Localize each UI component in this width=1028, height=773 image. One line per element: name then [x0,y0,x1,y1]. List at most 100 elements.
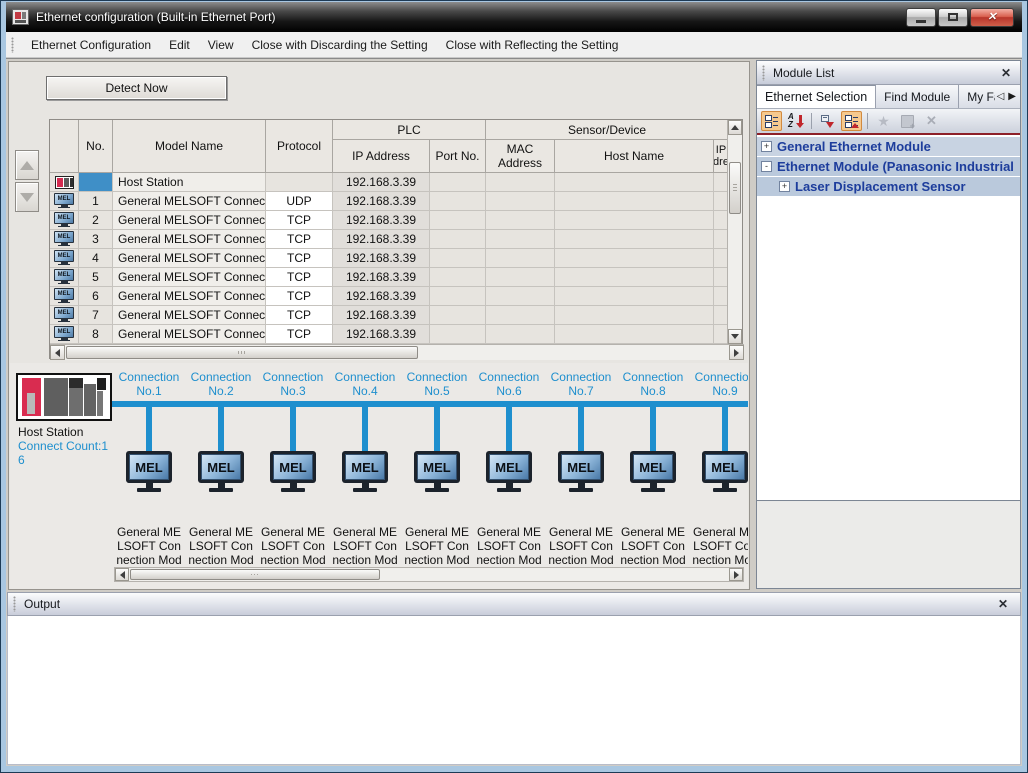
model-name-cell[interactable]: General MELSOFT Connection [113,230,266,249]
add-favorite-button[interactable] [897,111,918,131]
port-no-cell[interactable] [430,306,486,325]
mac-address-cell[interactable] [486,249,555,268]
ip-address-cell[interactable]: 192.168.3.39 [333,211,430,230]
host-name-cell[interactable] [555,173,714,192]
no-cell[interactable]: 5 [79,268,113,287]
host-name-cell[interactable] [555,325,714,344]
host-name-cell[interactable] [555,211,714,230]
sort-az-button[interactable]: AZ [785,111,806,131]
expand-plus-icon[interactable]: + [779,181,790,192]
protocol-cell[interactable]: TCP [266,268,333,287]
favorite-button[interactable]: ★ [873,111,894,131]
model-name-cell[interactable]: General MELSOFT Connection [113,268,266,287]
ip-address-cell[interactable]: 192.168.3.39 [333,306,430,325]
melsoft-device-node[interactable]: MEL [198,451,244,492]
scroll-right-button[interactable] [729,568,743,581]
host-name-cell[interactable] [555,287,714,306]
collapse-tree-button[interactable] [817,111,838,131]
ip-address-cell[interactable]: 192.168.3.39 [333,230,430,249]
model-name-cell[interactable]: General MELSOFT Connection [113,325,266,344]
move-row-down-button[interactable] [15,182,39,212]
tab-my-favorites[interactable]: My Fav [959,85,994,108]
tab-scroll-left-icon[interactable]: ◁ [997,91,1005,102]
model-name-cell[interactable]: General MELSOFT Connection [113,306,266,325]
no-cell[interactable]: 1 [79,192,113,211]
expand-plus-icon[interactable]: + [761,141,772,152]
protocol-cell[interactable]: TCP [266,306,333,325]
scroll-left-button[interactable] [115,568,129,581]
model-name-cell[interactable]: General MELSOFT Connection [113,287,266,306]
ip-address-cell[interactable]: 192.168.3.39 [333,287,430,306]
host-name-cell[interactable] [555,192,714,211]
output-close-button[interactable]: ✕ [998,597,1020,611]
mac-address-cell[interactable] [486,211,555,230]
host-name-cell[interactable] [555,268,714,287]
no-cell[interactable]: 6 [79,287,113,306]
scroll-down-button[interactable] [728,329,742,344]
ip-address-cell[interactable]: 192.168.3.39 [333,268,430,287]
menu-view[interactable]: View [199,34,243,56]
title-bar[interactable]: Ethernet configuration (Built-in Etherne… [6,2,1022,32]
scroll-right-button[interactable] [729,345,744,360]
table-horizontal-scrollbar[interactable] [50,344,744,360]
tab-find-module[interactable]: Find Module [876,85,959,108]
protocol-cell[interactable]: TCP [266,230,333,249]
host-name-cell[interactable] [555,249,714,268]
protocol-cell[interactable]: TCP [266,287,333,306]
host-station-image[interactable] [16,373,112,421]
mac-address-cell[interactable] [486,268,555,287]
protocol-cell[interactable]: UDP [266,192,333,211]
minimize-button[interactable] [906,8,936,27]
menu-close-discard[interactable]: Close with Discarding the Setting [243,34,437,56]
port-no-cell[interactable] [430,287,486,306]
mac-address-cell[interactable] [486,230,555,249]
no-cell[interactable]: 2 [79,211,113,230]
port-no-cell[interactable] [430,325,486,344]
panel-grip-icon[interactable] [762,65,765,81]
tab-scroll-right-icon[interactable]: ▶ [1008,91,1016,102]
melsoft-device-node[interactable]: MEL [270,451,316,492]
table-row[interactable]: MEL 6 General MELSOFT Connection TCP 192… [50,287,729,306]
table-row[interactable]: MEL 1 General MELSOFT Connection UDP 192… [50,192,729,211]
module-list-close-button[interactable]: ✕ [1001,66,1020,80]
host-name-cell[interactable] [555,306,714,325]
tab-ethernet-selection[interactable]: Ethernet Selection [757,85,876,108]
menu-ethernet-configuration[interactable]: Ethernet Configuration [22,34,160,56]
no-cell-selected[interactable] [79,173,113,192]
protocol-cell[interactable] [266,173,333,192]
port-no-cell[interactable] [430,173,486,192]
collapse-minus-icon[interactable]: - [761,161,772,172]
move-row-up-button[interactable] [15,150,39,180]
display-outline-button[interactable] [761,111,782,131]
tree-item-ethernet-module-panasonic[interactable]: - Ethernet Module (Panasonic Industrial [757,157,1020,176]
vertical-scroll-thumb[interactable] [729,162,741,214]
close-button[interactable]: ✕ [970,8,1014,27]
no-cell[interactable]: 3 [79,230,113,249]
detect-now-button[interactable]: Detect Now [46,76,227,100]
horizontal-scroll-thumb[interactable] [130,569,380,580]
ip-address-cell[interactable]: 192.168.3.39 [333,249,430,268]
model-name-cell[interactable]: General MELSOFT Connection [113,249,266,268]
menu-close-reflect[interactable]: Close with Reflecting the Setting [437,34,628,56]
ip-address-cell[interactable]: 192.168.3.39 [333,192,430,211]
port-no-cell[interactable] [430,230,486,249]
table-row[interactable]: MEL 8 General MELSOFT Connection TCP 192… [50,325,729,344]
restore-button[interactable] [938,8,968,27]
melsoft-device-node[interactable]: MEL [630,451,676,492]
protocol-cell[interactable]: TCP [266,211,333,230]
melsoft-device-node[interactable]: MEL [126,451,172,492]
no-cell[interactable]: 8 [79,325,113,344]
port-no-cell[interactable] [430,192,486,211]
port-no-cell[interactable] [430,268,486,287]
host-name-cell[interactable] [555,230,714,249]
port-no-cell[interactable] [430,249,486,268]
output-header[interactable]: Output ✕ [7,592,1021,616]
model-name-cell[interactable]: General MELSOFT Connection [113,192,266,211]
mac-address-cell[interactable] [486,192,555,211]
no-cell[interactable]: 7 [79,306,113,325]
mac-address-cell[interactable] [486,325,555,344]
menu-edit[interactable]: Edit [160,34,199,56]
delete-favorite-button[interactable]: ✕ [921,111,942,131]
scroll-left-button[interactable] [50,345,65,360]
melsoft-device-node[interactable]: MEL [486,451,532,492]
